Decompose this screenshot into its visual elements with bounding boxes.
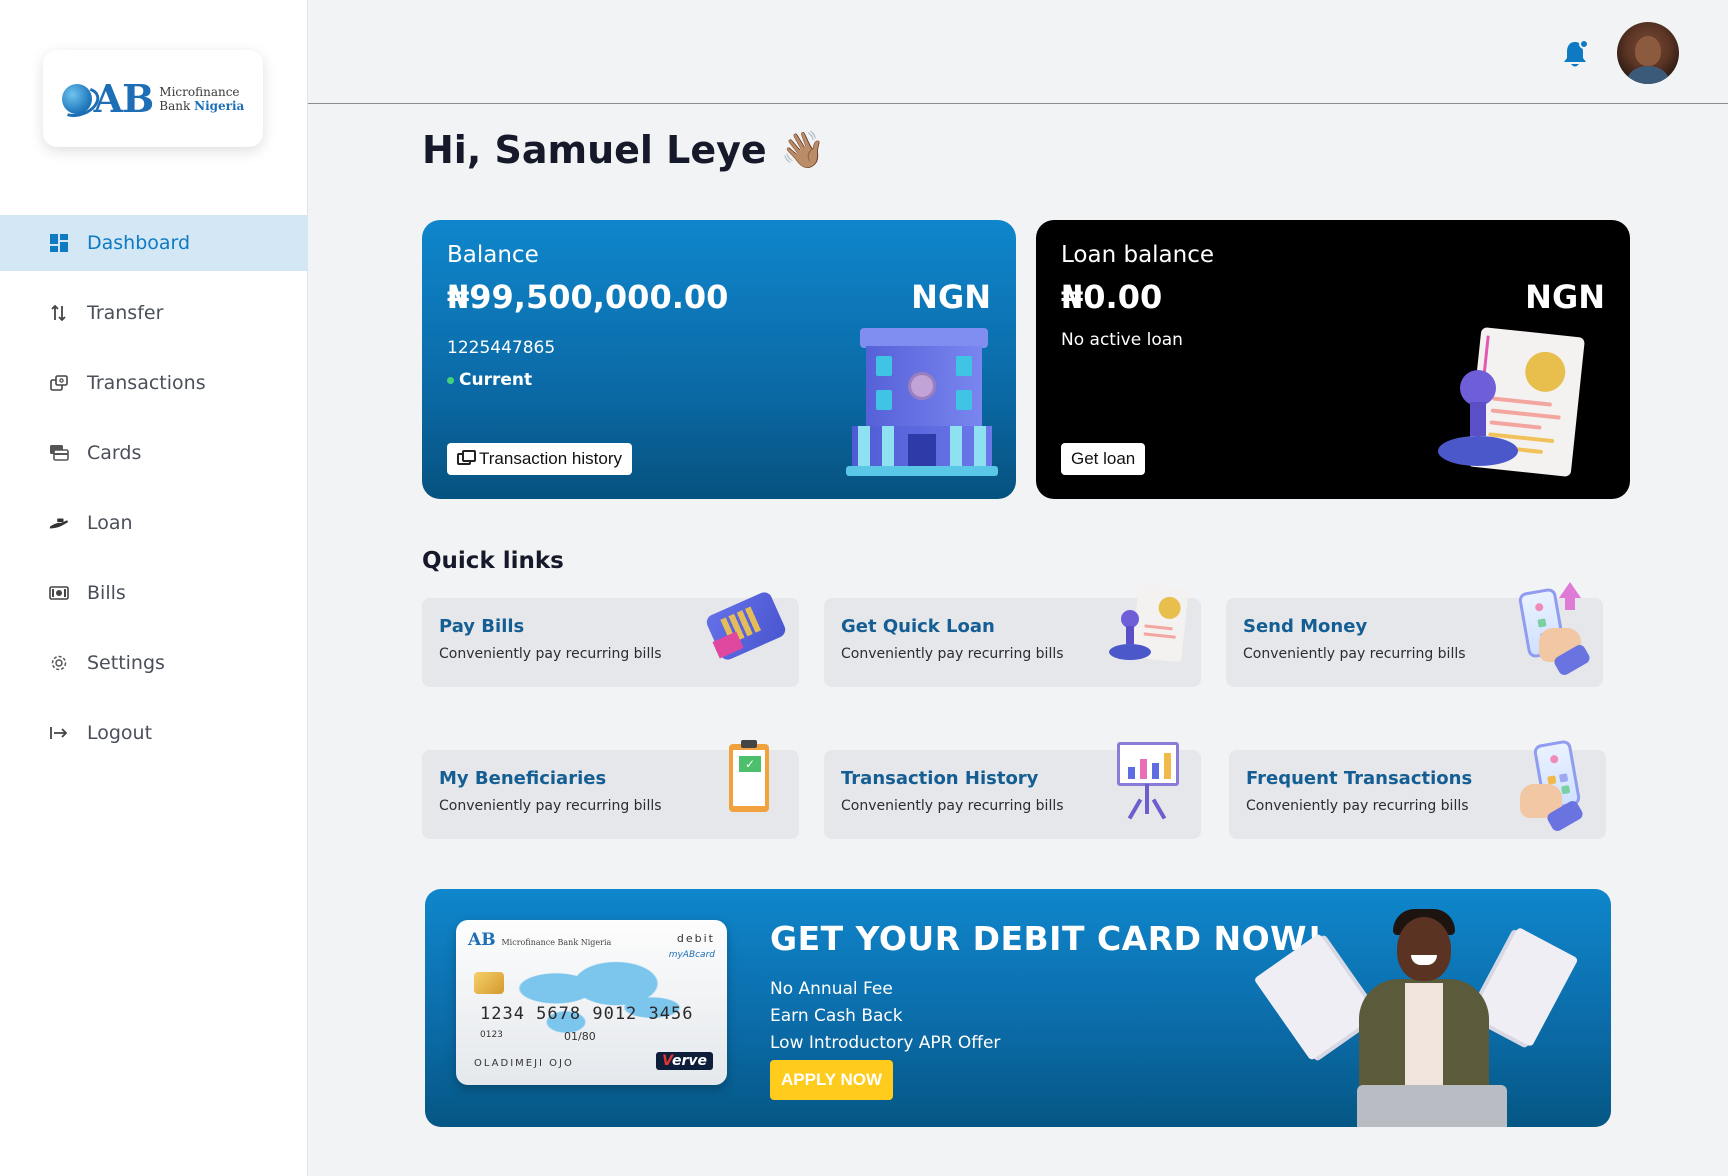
bank-building-illustration — [846, 328, 998, 476]
loan-amount: ₦0.00 — [1061, 278, 1163, 316]
avatar[interactable] — [1617, 22, 1679, 84]
top-bar — [308, 0, 1728, 104]
loan-stamp-illustration — [1436, 326, 1586, 482]
sidebar-item-label: Logout — [87, 722, 153, 744]
sidebar-item-bills[interactable]: Bills — [0, 565, 308, 621]
debit-card-promo-banner: AB Microfinance Bank Nigeria debit myABc… — [425, 889, 1611, 1127]
chart-board-icon — [1107, 740, 1189, 822]
world-map-graphic — [496, 950, 696, 1046]
phone-in-hand-icon — [1512, 739, 1594, 834]
loan-status: No active loan — [1061, 330, 1183, 350]
sidebar-item-logout[interactable]: Logout — [0, 705, 308, 761]
logo-line-2b: Nigeria — [194, 98, 245, 113]
sidebar-item-label: Transfer — [87, 302, 164, 324]
sidebar-item-loan[interactable]: Loan — [0, 495, 308, 551]
logo-line-1: Microfinance — [159, 84, 240, 99]
loan-label: Loan balance — [1061, 242, 1215, 268]
loan-stamp-icon — [1107, 583, 1189, 670]
apply-now-button[interactable]: APPLY NOW — [770, 1060, 894, 1100]
quick-link-pay-bills[interactable]: Pay Bills Conveniently pay recurring bil… — [422, 589, 799, 687]
transactions-icon — [49, 373, 69, 393]
sidebar-item-transfer[interactable]: Transfer — [0, 285, 308, 341]
sidebar-item-label: Transactions — [87, 372, 206, 394]
card-expiry: 01/80 — [564, 1030, 596, 1043]
account-type: Current — [447, 370, 532, 390]
balance-card: Balance ₦99,500,000.00 NGN 1225447865 Cu… — [422, 220, 1016, 499]
card-number: 1234 5678 9012 3456 — [480, 1004, 694, 1024]
loan-currency: NGN — [1525, 278, 1605, 316]
account-number: 1225447865 — [447, 338, 556, 358]
loan-card: Loan balance ₦0.00 NGN No active loan Ge… — [1036, 220, 1630, 499]
transactions-icon — [457, 450, 476, 465]
logo-line-2a: Bank — [159, 98, 191, 113]
card-small-number: 0123 — [480, 1030, 503, 1040]
loan-icon — [49, 513, 69, 533]
swap-icon — [49, 303, 69, 323]
clipboard-icon — [705, 740, 787, 822]
send-money-phone-icon — [1509, 582, 1592, 678]
sidebar-nav: Dashboard Transfer Transactions Cards Lo… — [0, 215, 308, 775]
quick-link-transaction-history[interactable]: Transaction History Conveniently pay rec… — [824, 742, 1201, 839]
sidebar-item-dashboard[interactable]: Dashboard — [0, 215, 308, 271]
card-logo-mark: AB — [468, 930, 496, 950]
account-type-label: Current — [459, 370, 533, 390]
card-logo: AB Microfinance Bank Nigeria — [468, 930, 611, 950]
card-type: debit — [676, 932, 715, 945]
bell-icon[interactable] — [1560, 38, 1590, 70]
logo-mark-text: AB — [93, 76, 155, 121]
grid-icon — [49, 233, 69, 253]
balance-currency: NGN — [911, 278, 991, 316]
promo-feature: Earn Cash Back — [770, 1006, 903, 1026]
logo-mark: AB — [61, 76, 155, 121]
balance-amount: ₦99,500,000.00 — [447, 278, 729, 316]
debit-card-image: AB Microfinance Bank Nigeria debit myABc… — [456, 920, 727, 1085]
sidebar-item-label: Settings — [87, 652, 165, 674]
wave-emoji: 👋🏽 — [780, 130, 826, 171]
sidebar-item-label: Bills — [87, 582, 126, 604]
cards-icon — [49, 443, 69, 463]
quick-link-send-money[interactable]: Send Money Conveniently pay recurring bi… — [1226, 582, 1603, 687]
globe-icon — [61, 83, 92, 114]
sidebar-item-settings[interactable]: Settings — [0, 635, 308, 691]
quick-link-get-quick-loan[interactable]: Get Quick Loan Conveniently pay recurrin… — [824, 583, 1201, 687]
get-loan-button[interactable]: Get loan — [1061, 443, 1146, 475]
card-product: myABcard — [668, 950, 715, 960]
promo-title: GET YOUR DEBIT CARD NOW! — [770, 919, 1323, 958]
greeting-text: Hi, Samuel Leye — [422, 128, 767, 172]
sidebar: AB Microfinance Bank Nigeria Dashboard T… — [0, 0, 308, 1176]
sidebar-item-label: Loan — [87, 512, 133, 534]
promo-feature: Low Introductory APR Offer — [770, 1033, 1001, 1053]
card-holder-name: OLADIMEJI OJO — [474, 1058, 574, 1069]
page-title: Hi, Samuel Leye 👋🏽 — [422, 128, 826, 172]
pos-terminal-icon — [704, 588, 788, 670]
chip-icon — [474, 972, 504, 994]
bank-logo[interactable]: AB Microfinance Bank Nigeria — [43, 50, 263, 147]
logout-icon — [49, 723, 69, 743]
quick-link-my-beneficiaries[interactable]: My Beneficiaries Conveniently pay recurr… — [422, 740, 799, 839]
balance-label: Balance — [447, 242, 539, 268]
smiling-man-photo — [1253, 907, 1585, 1127]
card-logo-sub: Microfinance Bank Nigeria — [501, 938, 612, 947]
logo-line-2: Bank Nigeria — [159, 99, 244, 113]
bills-icon — [49, 583, 69, 603]
promo-feature: No Annual Fee — [770, 979, 893, 999]
transaction-history-button[interactable]: Transaction history — [447, 443, 632, 475]
sidebar-item-label: Dashboard — [87, 232, 191, 254]
gear-icon — [49, 653, 69, 673]
transaction-history-label: Transaction history — [479, 449, 622, 468]
status-dot — [447, 376, 454, 384]
sidebar-item-label: Cards — [87, 442, 142, 464]
quick-links-title: Quick links — [422, 548, 564, 574]
logo-text: Microfinance Bank Nigeria — [159, 85, 244, 113]
quick-link-frequent-transactions[interactable]: Frequent Transactions Conveniently pay r… — [1229, 739, 1606, 839]
sidebar-item-cards[interactable]: Cards — [0, 425, 308, 481]
sidebar-item-transactions[interactable]: Transactions — [0, 355, 308, 411]
verve-logo: Verve — [656, 1052, 713, 1070]
